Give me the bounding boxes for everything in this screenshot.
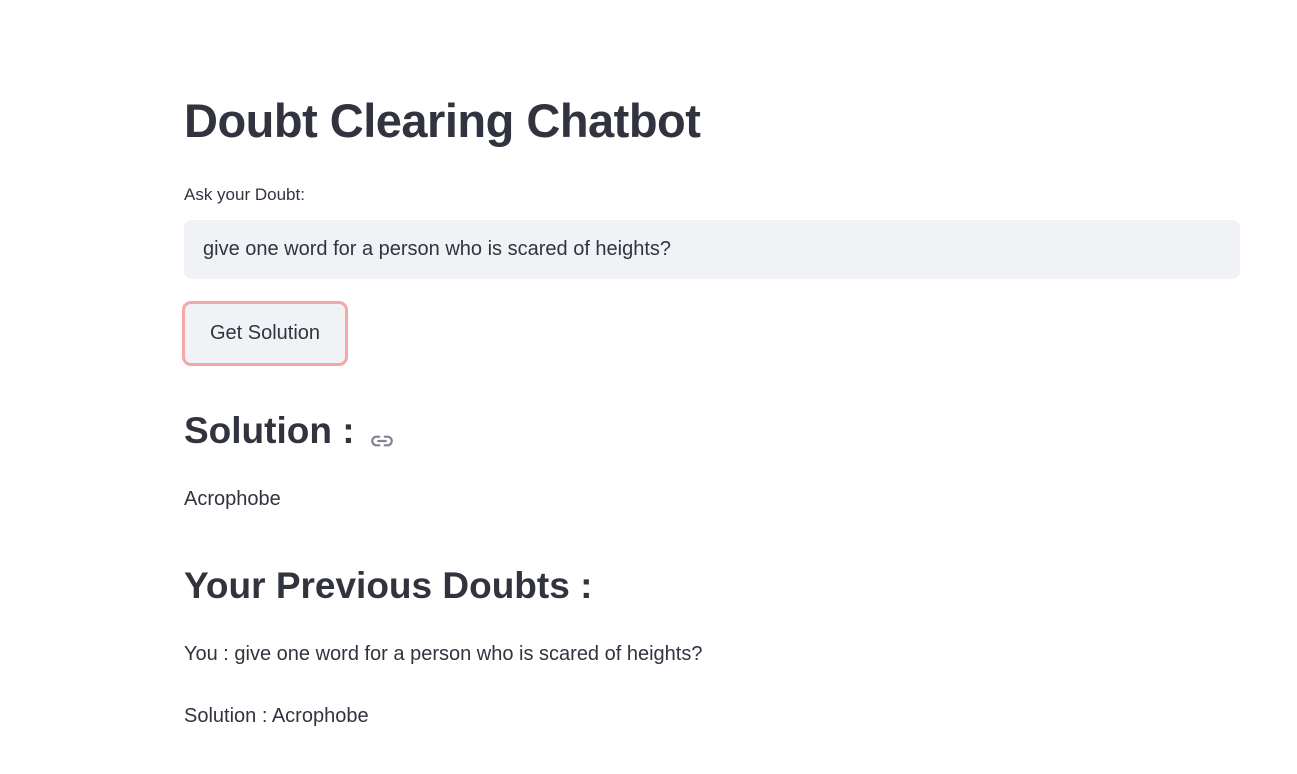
history-question: You : give one word for a person who is … — [184, 643, 703, 665]
previous-doubts-heading: Your Previous Doubts : — [184, 565, 593, 606]
solution-answer: Acrophobe — [184, 488, 281, 510]
get-solution-button[interactable]: Get Solution — [182, 301, 348, 366]
question-input[interactable] — [184, 220, 1240, 279]
question-input-label: Ask your Doubt: — [184, 185, 305, 204]
solution-heading-text: Solution : — [184, 410, 355, 451]
link-icon[interactable] — [369, 418, 395, 447]
history-answer: Solution : Acrophobe — [184, 705, 369, 727]
solution-heading: Solution : — [184, 407, 395, 455]
page-title: Doubt Clearing Chatbot — [184, 94, 701, 147]
